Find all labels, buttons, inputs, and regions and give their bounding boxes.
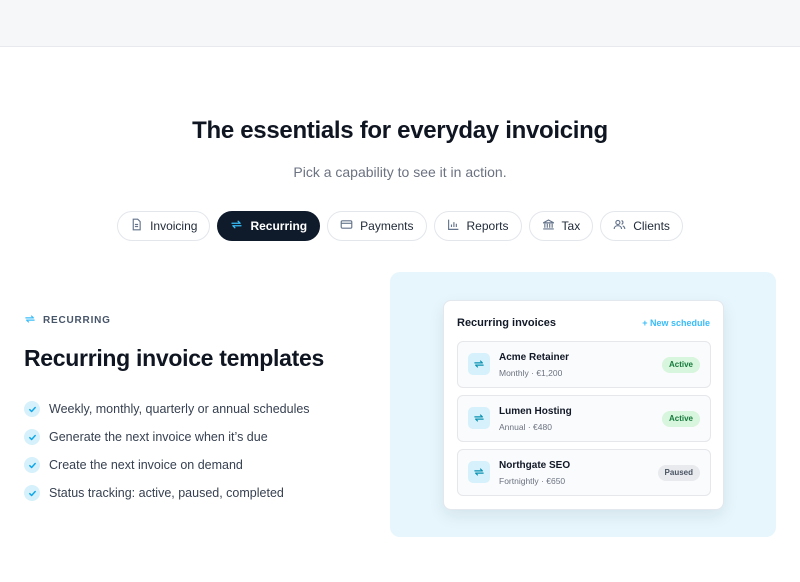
bank-icon <box>542 218 555 234</box>
top-bar <box>0 0 800 47</box>
capability-tabs: Invoicing Recurring Payments Reports Tax… <box>0 211 800 241</box>
tab-clients[interactable]: Clients <box>600 211 683 241</box>
schedule-meta: Monthly · €1,200 <box>499 368 563 378</box>
check-icon <box>24 429 40 445</box>
tab-label: Reports <box>466 219 509 233</box>
check-icon <box>24 401 40 417</box>
schedule-name: Acme Retainer <box>499 352 570 363</box>
tab-payments[interactable]: Payments <box>327 211 427 241</box>
users-icon <box>613 218 626 234</box>
credit-card-icon <box>340 218 353 234</box>
repeat-icon <box>468 353 490 375</box>
status-badge: Active <box>661 411 700 427</box>
tab-label: Payments <box>360 219 414 233</box>
tab-tax[interactable]: Tax <box>528 211 594 241</box>
feature-eyebrow: RECURRING <box>24 313 111 328</box>
feature-item-text: Generate the next invoice when it’s due <box>49 430 268 444</box>
eyebrow-label: RECURRING <box>43 315 111 326</box>
feature-item-text: Create the next invoice on demand <box>49 458 243 472</box>
recurring-invoices-card: Recurring invoices + New schedule Acme R… <box>443 300 724 510</box>
tab-invoicing[interactable]: Invoicing <box>117 211 211 241</box>
new-schedule-link[interactable]: + New schedule <box>642 318 710 328</box>
tab-recurring[interactable]: Recurring <box>217 211 321 241</box>
feature-item: Generate the next invoice when it’s due <box>24 423 310 451</box>
bar-chart-icon <box>447 218 460 234</box>
repeat-icon <box>468 461 490 483</box>
tab-label: Recurring <box>250 219 308 233</box>
schedule-meta: Annual · €480 <box>499 422 552 432</box>
check-icon <box>24 485 40 501</box>
feature-item-text: Weekly, monthly, quarterly or annual sch… <box>49 402 310 416</box>
tab-label: Invoicing <box>150 219 198 233</box>
feature-item: Weekly, monthly, quarterly or annual sch… <box>24 395 310 423</box>
feature-list: Weekly, monthly, quarterly or annual sch… <box>24 395 310 507</box>
schedule-row[interactable]: Northgate SEO Fortnightly · €650 Paused <box>457 449 711 496</box>
feature-title: Recurring invoice templates <box>24 345 324 371</box>
check-icon <box>24 457 40 473</box>
status-badge: Paused <box>657 465 700 481</box>
schedule-name: Lumen Hosting <box>499 406 572 417</box>
schedule-name: Northgate SEO <box>499 460 571 471</box>
section-subtitle: Pick a capability to see it in action. <box>293 164 507 180</box>
repeat-icon <box>468 407 490 429</box>
status-badge: Active <box>661 357 700 373</box>
feature-item-text: Status tracking: active, paused, complet… <box>49 486 284 500</box>
section-title: The essentials for everyday invoicing <box>192 117 608 144</box>
tab-reports[interactable]: Reports <box>433 211 522 241</box>
schedule-row[interactable]: Lumen Hosting Annual · €480 Active <box>457 395 711 442</box>
schedule-row[interactable]: Acme Retainer Monthly · €1,200 Active <box>457 341 711 388</box>
feature-item: Create the next invoice on demand <box>24 451 310 479</box>
tab-label: Tax <box>561 219 581 233</box>
repeat-icon <box>230 218 243 234</box>
feature-item: Status tracking: active, paused, complet… <box>24 479 310 507</box>
document-icon <box>130 218 143 234</box>
tab-label: Clients <box>633 219 670 233</box>
card-title: Recurring invoices <box>457 317 557 329</box>
schedule-meta: Fortnightly · €650 <box>499 476 566 486</box>
repeat-icon <box>24 313 36 328</box>
